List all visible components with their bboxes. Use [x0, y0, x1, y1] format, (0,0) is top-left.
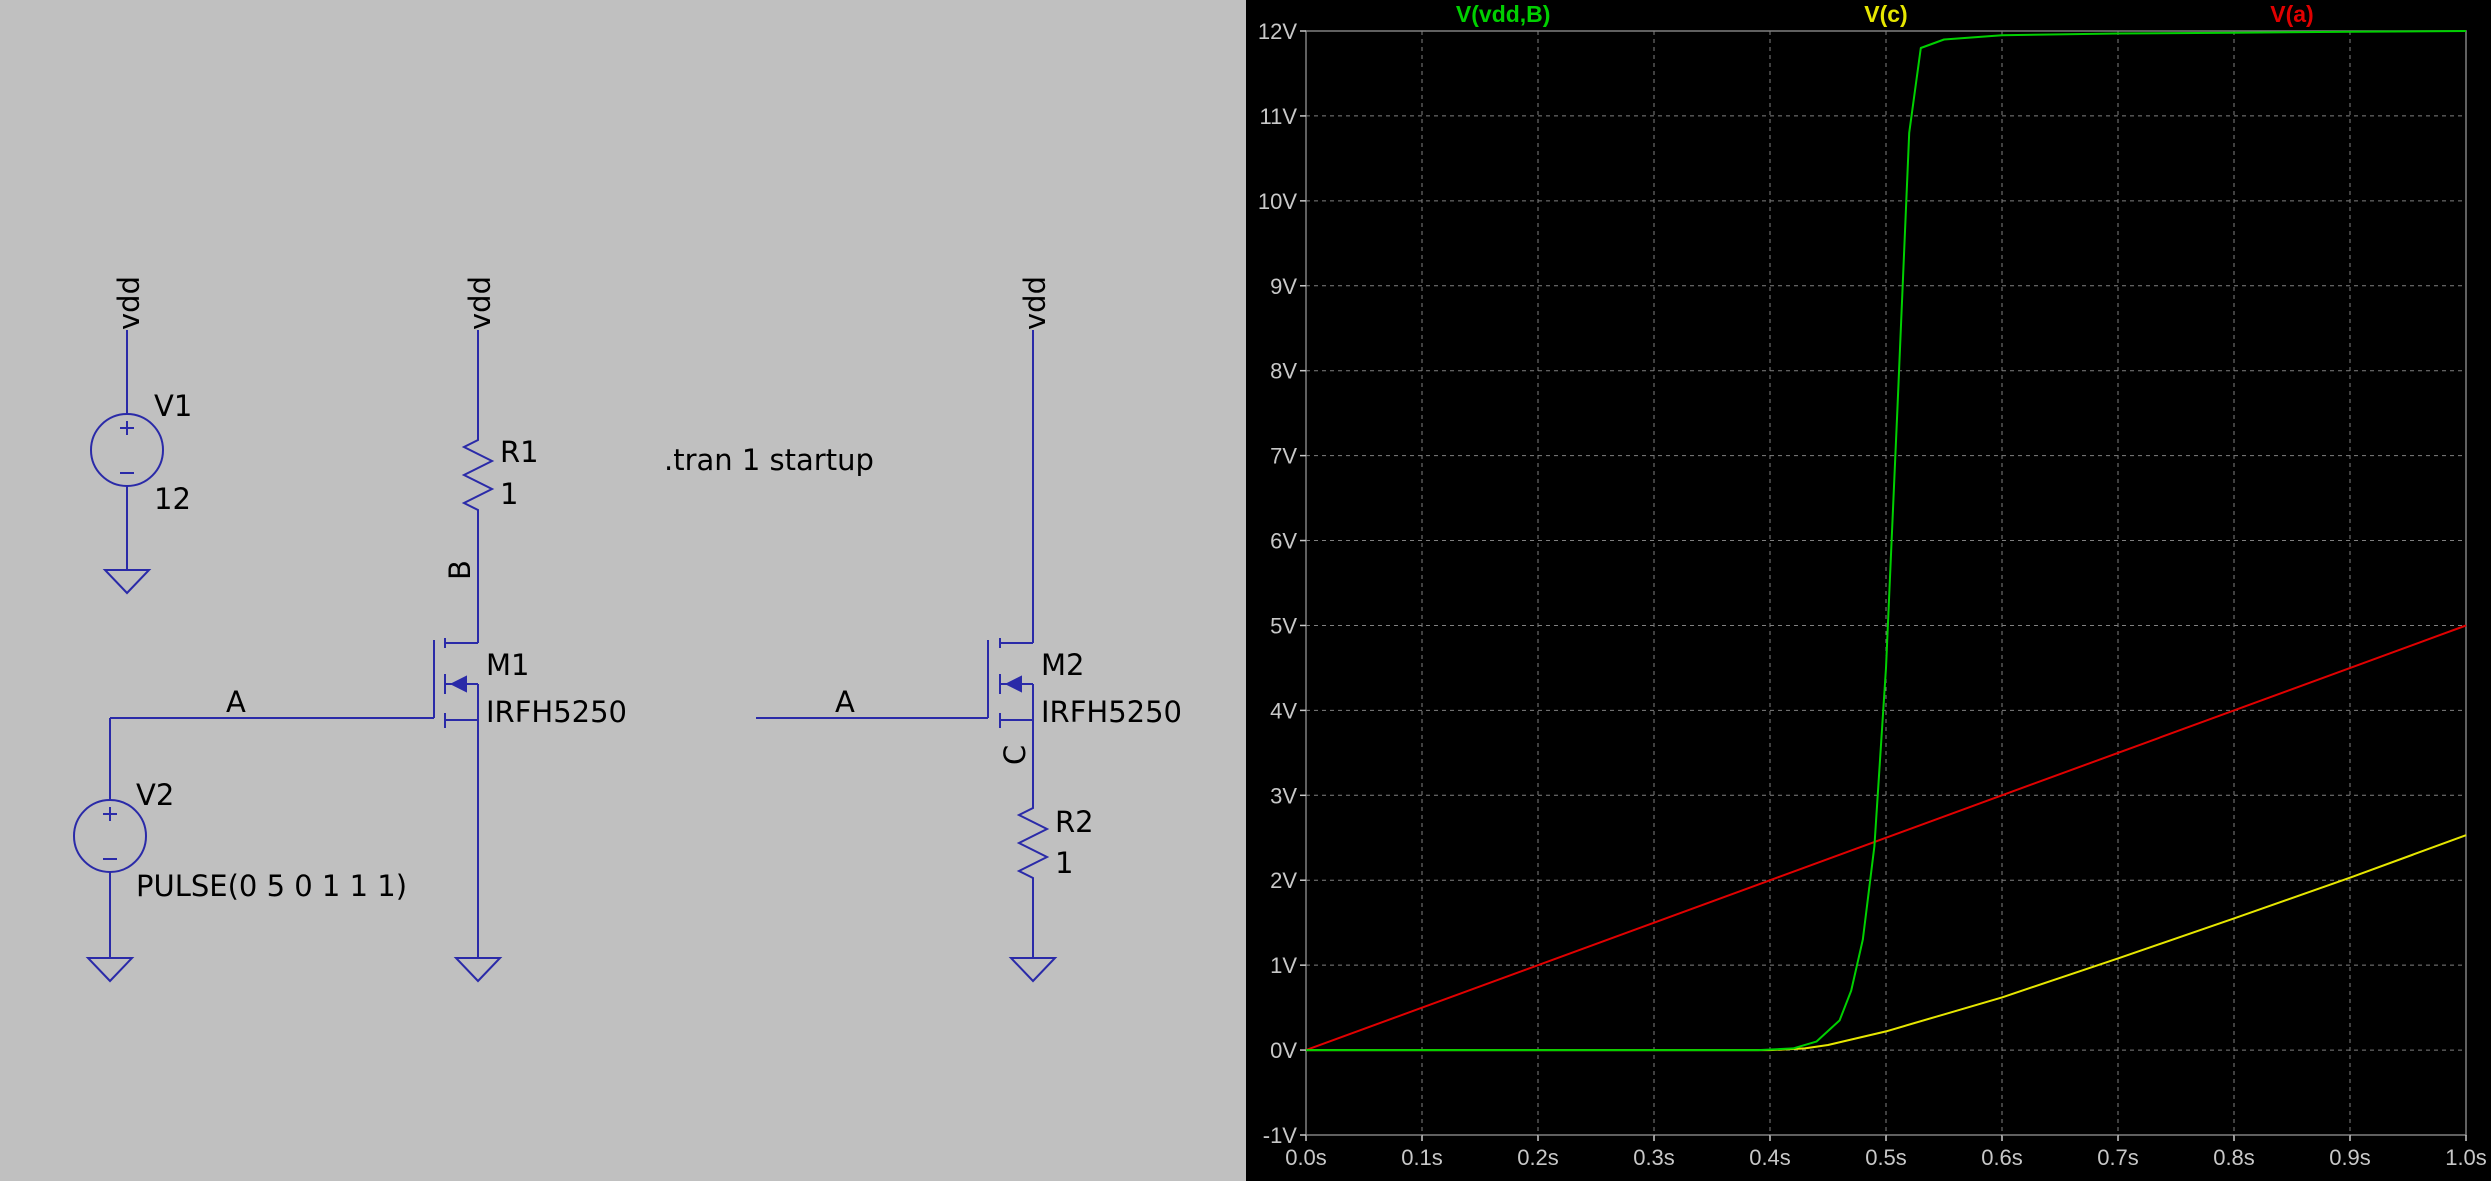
m1-body-arrow-icon [449, 675, 467, 693]
y-tick-label: 9V [1270, 274, 1297, 299]
r1-name-label[interactable]: R1 [500, 435, 539, 469]
v1-value-label[interactable]: 12 [154, 482, 191, 516]
x-tick-label: 0.3s [1633, 1145, 1675, 1170]
node-a-left-label[interactable]: A [226, 685, 246, 719]
x-tick-label: 0.4s [1749, 1145, 1791, 1170]
y-tick-label: 10V [1258, 189, 1297, 214]
y-tick-label: 6V [1270, 529, 1297, 554]
v2-ground-icon [85, 957, 135, 983]
node-b-label[interactable]: B [443, 560, 477, 580]
y-tick-label: 12V [1258, 19, 1297, 44]
legend-entry[interactable]: V(vdd,B) [1456, 1, 1551, 27]
x-tick-label: 0.9s [2329, 1145, 2371, 1170]
y-tick-label: 4V [1270, 698, 1297, 723]
waveform-pane[interactable]: 0.0s 0.1s 0.2s 0.3s 0.4s 0.5s 0.6s 0.7s 0.8s 0.9s… [1246, 0, 2491, 1181]
legend-entry[interactable]: V(c) [1864, 1, 1907, 27]
y-tick-label: 11V [1259, 104, 1297, 129]
x-tick-label: 0.6s [1981, 1145, 2023, 1170]
node-a-right-label[interactable]: A [835, 685, 855, 719]
x-tick-label: 1.0s [2445, 1145, 2487, 1170]
v1-name-label[interactable]: V1 [154, 389, 192, 423]
x-tick-label: 0.5s [1865, 1145, 1907, 1170]
y-tick-label: 1V [1270, 953, 1297, 978]
y-tick-label: -1V [1263, 1123, 1298, 1148]
waveform-plot[interactable]: 0.0s 0.1s 0.2s 0.3s 0.4s 0.5s 0.6s 0.7s 0.8s 0.9s… [1246, 0, 2491, 1181]
m2-net-label[interactable]: vdd [1018, 276, 1052, 330]
r1-net-label[interactable]: vdd [463, 276, 497, 330]
legend-entry[interactable]: V(a) [2270, 1, 2313, 27]
y-tick-label: 7V [1270, 444, 1297, 469]
v2-name-label[interactable]: V2 [136, 778, 174, 812]
plot-grid [1300, 30, 2467, 1141]
x-tick-label: 0.1s [1401, 1145, 1443, 1170]
r1-value-label[interactable]: 1 [500, 477, 518, 511]
m2-body-arrow-icon [1004, 675, 1022, 693]
m1-name-label[interactable]: M1 [486, 648, 529, 682]
tran-directive[interactable]: .tran 1 startup [664, 443, 874, 477]
v1-net-label[interactable]: vdd [112, 276, 146, 330]
r2-name-label[interactable]: R2 [1055, 805, 1094, 839]
y-tick-label: 2V [1270, 868, 1297, 893]
m2-name-label[interactable]: M2 [1041, 648, 1084, 682]
y-tick-label: 5V [1270, 613, 1297, 638]
y-tick-label: 0V [1270, 1038, 1297, 1063]
x-tick-label: 0.7s [2097, 1145, 2139, 1170]
x-tick-label: 0.8s [2213, 1145, 2255, 1170]
m1-model-label[interactable]: IRFH5250 [486, 695, 627, 729]
plot-legend[interactable]: V(vdd,B) V(c) V(a) [1456, 1, 2314, 27]
y-tick-label: 3V [1270, 783, 1297, 808]
schematic-pane[interactable]: vdd vdd vdd B C V1 12 R1 1 M1 IRFH5250 A… [0, 0, 1246, 1181]
v1-ground-icon [102, 569, 152, 595]
m1-ground-icon [453, 957, 503, 983]
plot-tick-labels: 0.0s 0.1s 0.2s 0.3s 0.4s 0.5s 0.6s 0.7s 0.8s 0.9s… [1258, 19, 2487, 1170]
y-tick-label: 8V [1270, 359, 1297, 384]
r2-value-label[interactable]: 1 [1055, 846, 1073, 880]
r1-resistor-symbol[interactable] [461, 432, 495, 518]
x-tick-label: 0.0s [1285, 1145, 1327, 1170]
node-c-label[interactable]: C [998, 745, 1032, 765]
schematic-canvas[interactable]: vdd vdd vdd B C V1 12 R1 1 M1 IRFH5250 A… [0, 0, 1246, 1181]
r2-resistor-symbol[interactable] [1016, 800, 1050, 885]
v2-value-label[interactable]: PULSE(0 5 0 1 1 1) [136, 869, 407, 903]
m2-model-label[interactable]: IRFH5250 [1041, 695, 1182, 729]
x-tick-label: 0.2s [1517, 1145, 1559, 1170]
r2-ground-icon [1008, 957, 1058, 983]
